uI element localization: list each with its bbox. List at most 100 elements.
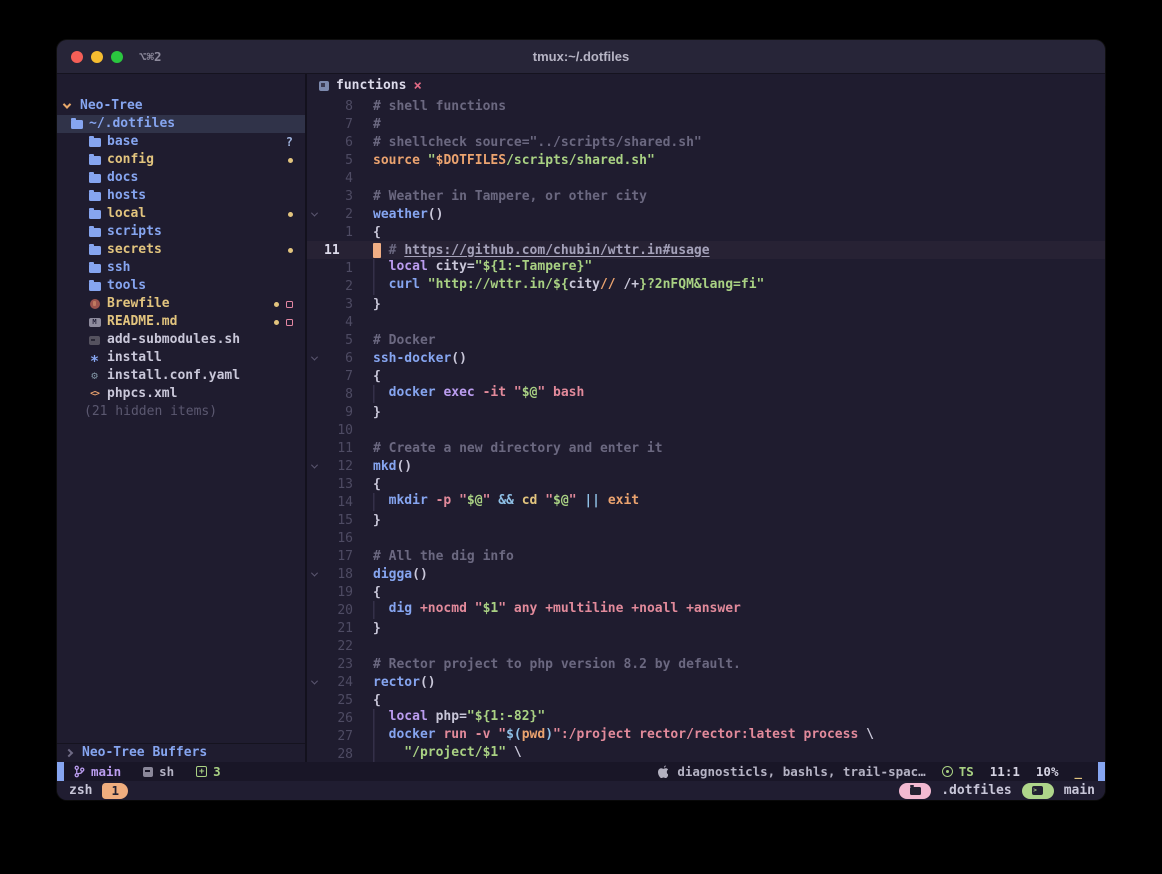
line-number: 21 <box>321 621 353 636</box>
git-badges <box>288 158 305 163</box>
code-line-26[interactable]: 17# All the dig info <box>307 547 1105 565</box>
code-text: docker exec -it "$@" bash <box>353 385 584 403</box>
zoom-window-button[interactable] <box>111 51 123 63</box>
code-line-12[interactable]: 3} <box>307 295 1105 313</box>
code-text: mkdir -p "$@" && cd "$@" || exit <box>353 493 639 511</box>
neo-tree-buffers-header[interactable]: Neo-Tree Buffers <box>57 743 305 762</box>
code-line-9[interactable]: 11 # https://github.com/chubin/wttr.in#u… <box>307 241 1105 259</box>
markdown-icon <box>88 316 101 328</box>
tab-close-button[interactable]: × <box>413 78 421 94</box>
line-number: 9 <box>321 405 353 420</box>
code-text: rector() <box>353 675 436 690</box>
code-line-4[interactable]: 5source "$DOTFILES/scripts/shared.sh" <box>307 151 1105 169</box>
sidebar-item-add-submodules-sh[interactable]: add-submodules.sh <box>57 331 305 349</box>
sidebar-item-scripts[interactable]: scripts <box>57 223 305 241</box>
code-line-28[interactable]: 19{ <box>307 583 1105 601</box>
code-line-32[interactable]: 23# Rector project to php version 8.2 by… <box>307 655 1105 673</box>
sidebar-item-label: config <box>107 151 154 169</box>
code-line-6[interactable]: 3# Weather in Tampere, or other city <box>307 187 1105 205</box>
sidebar-item-tools[interactable]: tools <box>57 277 305 295</box>
code-line-11[interactable]: 2curl "http://wttr.in/${city// /+}?2nFQM… <box>307 277 1105 295</box>
sidebar-item-readme-md[interactable]: README.md <box>57 313 305 331</box>
sidebar-item-label: (21 hidden items) <box>84 403 217 421</box>
line-number: 4 <box>321 171 353 186</box>
sidebar-item-secrets[interactable]: secrets <box>57 241 305 259</box>
sidebar-item-install[interactable]: install <box>57 349 305 367</box>
sidebar-item-label: ~/.dotfiles <box>89 115 175 133</box>
code-line-31[interactable]: 22 <box>307 637 1105 655</box>
folder-icon <box>88 154 101 166</box>
code-text: # Docker <box>353 333 436 348</box>
code-line-19[interactable]: 10 <box>307 421 1105 439</box>
line-number: 16 <box>321 531 353 546</box>
code-line-33[interactable]: 24rector() <box>307 673 1105 691</box>
code-line-17[interactable]: 8docker exec -it "$@" bash <box>307 385 1105 403</box>
tab-functions[interactable]: functions <box>336 78 406 93</box>
sidebar-item-local[interactable]: local <box>57 205 305 223</box>
code-line-16[interactable]: 7{ <box>307 367 1105 385</box>
code-line-7[interactable]: 2weather() <box>307 205 1105 223</box>
sidebar-item-docs[interactable]: docs <box>57 169 305 187</box>
code-line-14[interactable]: 5# Docker <box>307 331 1105 349</box>
code-line-23[interactable]: 14mkdir -p "$@" && cd "$@" || exit <box>307 493 1105 511</box>
code-line-37[interactable]: 28 "/project/$1" \ <box>307 745 1105 762</box>
code-line-13[interactable]: 4 <box>307 313 1105 331</box>
code-line-30[interactable]: 21} <box>307 619 1105 637</box>
line-number: 10 <box>321 423 353 438</box>
code-line-10[interactable]: 1local city="${1:-Tampere}" <box>307 259 1105 277</box>
code-line-5[interactable]: 4 <box>307 169 1105 187</box>
sidebar-item-config[interactable]: config <box>57 151 305 169</box>
line-number: 1 <box>321 225 353 240</box>
sidebar-item-label: base <box>107 133 138 151</box>
code-line-1[interactable]: 8# shell functions <box>307 97 1105 115</box>
code-line-35[interactable]: 26local php="${1:-82}" <box>307 709 1105 727</box>
sidebar-item-label: install <box>107 349 162 367</box>
statusline-cursor: _ <box>1066 764 1098 779</box>
code-line-8[interactable]: 1{ <box>307 223 1105 241</box>
code-area: 8# shell functions7#6# shellcheck source… <box>307 97 1105 762</box>
code-text: # Create a new directory and enter it <box>353 441 663 456</box>
git-staged-square-icon <box>286 301 293 308</box>
sidebar-item-ssh[interactable]: ssh <box>57 259 305 277</box>
code-line-15[interactable]: 6ssh-docker() <box>307 349 1105 367</box>
code-line-2[interactable]: 7# <box>307 115 1105 133</box>
line-number: 3 <box>321 189 353 204</box>
neo-tree-header[interactable]: Neo-Tree <box>57 97 305 115</box>
code-line-20[interactable]: 11# Create a new directory and enter it <box>307 439 1105 457</box>
indent-guide <box>373 709 389 727</box>
code-line-21[interactable]: 12mkd() <box>307 457 1105 475</box>
code-text: local city="${1:-Tampere}" <box>353 259 592 277</box>
code-line-29[interactable]: 20dig +nocmd "$1" any +multiline +noall … <box>307 601 1105 619</box>
code-text: ssh-docker() <box>353 351 467 366</box>
minimize-window-button[interactable] <box>91 51 103 63</box>
git-modified-dot-icon <box>288 212 293 217</box>
close-window-button[interactable] <box>71 51 83 63</box>
code-line-22[interactable]: 13{ <box>307 475 1105 493</box>
sidebar-item-21-hidden-items[interactable]: (21 hidden items) <box>57 403 305 421</box>
sidebar-item-hosts[interactable]: hosts <box>57 187 305 205</box>
sidebar-item-phpcs-xml[interactable]: phpcs.xml <box>57 385 305 403</box>
code-line-25[interactable]: 16 <box>307 529 1105 547</box>
folder-icon <box>88 208 101 220</box>
code-line-34[interactable]: 25{ <box>307 691 1105 709</box>
code-text: curl "http://wttr.in/${city// /+}?2nFQM&… <box>353 277 764 295</box>
sidebar-item-base[interactable]: base? <box>57 133 305 151</box>
sidebar-item-brewfile[interactable]: Brewfile <box>57 295 305 313</box>
sidebar-item-label: README.md <box>107 313 177 331</box>
code-text: { <box>353 369 381 384</box>
sidebar-item-install-conf-yaml[interactable]: install.conf.yaml <box>57 367 305 385</box>
indent-guide <box>373 277 389 295</box>
code-line-27[interactable]: 18digga() <box>307 565 1105 583</box>
code-text: # shellcheck source="../scripts/shared.s… <box>353 135 702 150</box>
git-badges <box>274 319 305 326</box>
sidebar-item-dotfiles-root[interactable]: ~/.dotfiles <box>57 115 305 133</box>
tmux-window-index-badge[interactable]: 1 <box>102 783 128 799</box>
code-line-36[interactable]: 27docker run -v "$(pwd)":/project rector… <box>307 727 1105 745</box>
statusline: main sh 3 diagnosticls, bashls, trail-sp… <box>57 762 1105 781</box>
code-text: # shell functions <box>353 99 506 114</box>
code-line-18[interactable]: 9} <box>307 403 1105 421</box>
sidebar-spacer <box>57 74 305 97</box>
code-text: } <box>353 297 381 312</box>
code-line-3[interactable]: 6# shellcheck source="../scripts/shared.… <box>307 133 1105 151</box>
code-line-24[interactable]: 15} <box>307 511 1105 529</box>
